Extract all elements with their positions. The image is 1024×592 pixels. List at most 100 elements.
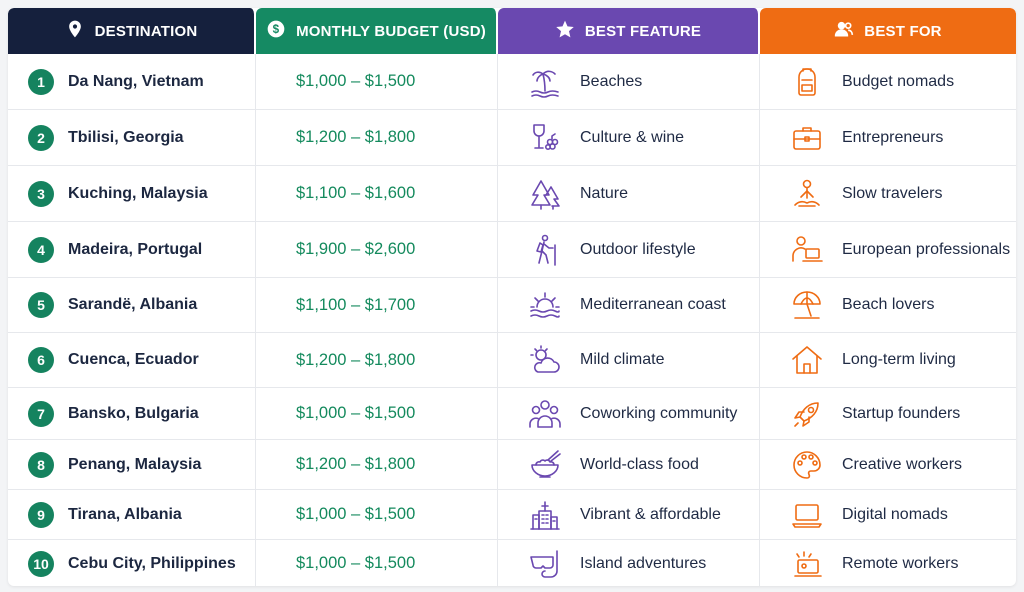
header-budget-label: MONTHLY BUDGET (USD) — [296, 22, 486, 40]
feature-label: Coworking community — [580, 404, 738, 422]
best-for-label: European professionals — [842, 240, 1011, 258]
hiker-icon — [528, 233, 562, 267]
table-row: 4 Madeira, Portugal $1,900 – $2,600 Outd… — [8, 222, 1016, 278]
budget-cell: $1,000 – $1,500 — [256, 490, 498, 539]
budget-cell: $1,200 – $1,800 — [256, 333, 498, 387]
city-buildings-icon — [528, 498, 562, 532]
backpack-icon — [790, 65, 824, 99]
rank-badge: 3 — [28, 180, 54, 207]
best-for-cell: Remote workers — [760, 540, 1016, 586]
header-best-for-label: BEST FOR — [864, 22, 942, 40]
rank-badge: 2 — [28, 124, 54, 151]
person-laptop-icon — [790, 233, 824, 267]
budget-cell: $1,000 – $1,500 — [256, 54, 498, 109]
feature-cell: Mediterranean coast — [498, 278, 760, 332]
best-for-label: Slow travelers — [842, 184, 943, 202]
feature-cell: Mild climate — [498, 333, 760, 387]
header-budget: $ MONTHLY BUDGET (USD) — [256, 8, 498, 54]
rank-badge: 6 — [28, 347, 54, 373]
header-feature-label: BEST FEATURE — [584, 22, 702, 40]
best-for-label: Digital nomads — [842, 505, 948, 523]
budget-range: $1,200 – $1,800 — [296, 350, 416, 369]
remote-laptop-icon — [790, 547, 824, 581]
budget-range: $1,100 – $1,700 — [296, 295, 416, 314]
destination-cell: 2 Tbilisi, Georgia — [8, 110, 256, 165]
destination-name: Tirana, Albania — [68, 505, 182, 523]
feature-label: Beaches — [580, 72, 643, 90]
svg-text:$: $ — [273, 23, 280, 36]
users-icon — [834, 19, 854, 43]
palette-icon — [790, 448, 824, 482]
feature-label: Mild climate — [580, 351, 665, 368]
laptop-icon — [790, 498, 824, 532]
best-for-label: Startup founders — [842, 404, 961, 422]
budget-cell: $1,100 – $1,700 — [256, 278, 498, 332]
table-row: 2 Tbilisi, Georgia $1,200 – $1,800 Cultu… — [8, 110, 1016, 166]
destinations-table: DESTINATION $ MONTHLY BUDGET (USD) BEST … — [8, 8, 1016, 586]
feature-label: Nature — [580, 184, 629, 202]
rocket-icon — [790, 397, 824, 431]
table-row: 10 Cebu City, Philippines $1,000 – $1,50… — [8, 540, 1016, 586]
budget-range: $1,200 – $1,800 — [296, 128, 416, 146]
destination-cell: 7 Bansko, Bulgaria — [8, 388, 256, 439]
best-for-label: Long-term living — [842, 351, 956, 368]
header-feature: BEST FEATURE — [498, 8, 760, 54]
budget-cell: $1,200 – $1,800 — [256, 440, 498, 489]
best-for-cell: Beach lovers — [760, 278, 1016, 332]
house-icon — [790, 343, 824, 377]
location-pin-icon — [65, 19, 85, 43]
feature-cell: Culture & wine — [498, 110, 760, 165]
rank-badge: 7 — [28, 400, 54, 427]
feature-label: Vibrant & affordable — [580, 505, 721, 523]
meditation-icon — [790, 177, 824, 211]
feature-label: Mediterranean coast — [580, 296, 726, 313]
best-for-label: Creative workers — [842, 455, 963, 473]
budget-cell: $1,900 – $2,600 — [256, 222, 498, 277]
table-row: 5 Sarandë, Albania $1,100 – $1,700 Medit… — [8, 278, 1016, 333]
budget-cell: $1,000 – $1,500 — [256, 540, 498, 586]
table-row: 3 Kuching, Malaysia $1,100 – $1,600 Natu… — [8, 166, 1016, 222]
budget-range: $1,000 – $1,500 — [296, 72, 416, 90]
best-for-cell: Slow travelers — [760, 166, 1016, 221]
table-row: 8 Penang, Malaysia $1,200 – $1,800 World… — [8, 440, 1016, 490]
rice-bowl-icon — [528, 448, 562, 482]
budget-range: $1,100 – $1,600 — [296, 184, 416, 202]
rank-badge: 10 — [28, 550, 54, 577]
wine-grapes-icon — [528, 121, 562, 155]
destination-name: Bansko, Bulgaria — [68, 404, 199, 422]
destination-name: Kuching, Malaysia — [68, 184, 208, 202]
best-for-cell: Startup founders — [760, 388, 1016, 439]
feature-label: Island adventures — [580, 554, 707, 572]
budget-cell: $1,200 – $1,800 — [256, 110, 498, 165]
best-for-cell: Budget nomads — [760, 54, 1016, 109]
destination-cell: 1 Da Nang, Vietnam — [8, 54, 256, 109]
rank-badge: 5 — [28, 292, 54, 318]
feature-cell: Outdoor lifestyle — [498, 222, 760, 277]
best-for-label: Beach lovers — [842, 296, 935, 313]
table-row: 6 Cuenca, Ecuador $1,200 – $1,800 Mild c… — [8, 333, 1016, 388]
table-row: 9 Tirana, Albania $1,000 – $1,500 Vibran… — [8, 490, 1016, 540]
best-for-cell: Creative workers — [760, 440, 1016, 489]
people-group-icon — [528, 397, 562, 431]
star-icon — [555, 19, 575, 43]
table-header: DESTINATION $ MONTHLY BUDGET (USD) BEST … — [8, 8, 1016, 54]
best-for-cell: Long-term living — [760, 333, 1016, 387]
budget-range: $1,200 – $1,800 — [296, 455, 416, 473]
best-for-label: Entrepreneurs — [842, 128, 944, 146]
feature-label: Culture & wine — [580, 128, 685, 146]
budget-range: $1,900 – $2,600 — [296, 240, 416, 258]
dollar-coin-icon: $ — [266, 19, 286, 43]
feature-cell: Beaches — [498, 54, 760, 109]
budget-cell: $1,000 – $1,500 — [256, 388, 498, 439]
feature-label: Outdoor lifestyle — [580, 240, 696, 258]
header-best-for: BEST FOR — [760, 8, 1016, 54]
rank-badge: 1 — [28, 68, 54, 95]
rank-badge: 9 — [28, 501, 54, 528]
destination-name: Cuenca, Ecuador — [68, 351, 199, 368]
table-row: 7 Bansko, Bulgaria $1,000 – $1,500 Cowor… — [8, 388, 1016, 440]
destination-name: Penang, Malaysia — [68, 455, 202, 473]
sun-cloud-icon — [528, 343, 562, 377]
feature-cell: Island adventures — [498, 540, 760, 586]
table-body: 1 Da Nang, Vietnam $1,000 – $1,500 Beach… — [8, 54, 1016, 586]
rank-badge: 8 — [28, 451, 54, 478]
